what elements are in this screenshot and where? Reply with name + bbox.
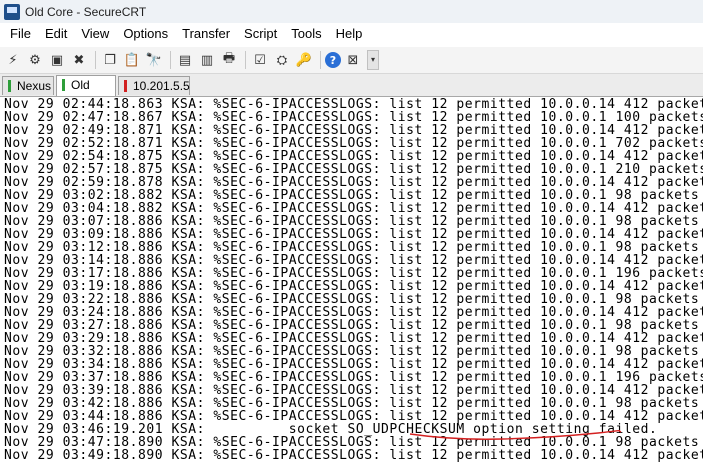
tab-10-201-5-5[interactable]: 10.201.5.5 bbox=[118, 76, 190, 95]
print-selection-icon[interactable]: ▥ bbox=[197, 50, 217, 70]
tab-status-indicator bbox=[8, 80, 11, 92]
tab-nexus[interactable]: Nexus bbox=[2, 76, 54, 95]
tab-status-indicator bbox=[62, 79, 65, 91]
menu-edit[interactable]: Edit bbox=[38, 24, 74, 44]
print-screen-icon[interactable]: 🖶 bbox=[219, 50, 239, 70]
sftp-icon[interactable]: ⛭ bbox=[272, 50, 292, 70]
tab-label: 10.201.5.5 bbox=[133, 79, 190, 93]
red-annotation-underline bbox=[409, 429, 622, 440]
toolbar-overflow-button[interactable]: ▾ bbox=[367, 50, 379, 70]
print-icon[interactable]: ▤ bbox=[175, 50, 195, 70]
menu-file[interactable]: File bbox=[0, 24, 38, 44]
securecrt-window: Old Core - SecureCRT File Edit View Opti… bbox=[0, 0, 703, 462]
terminal-line: Nov 29 03:49:18.890 KSA: %SEC-6-IPACCESS… bbox=[4, 448, 703, 462]
session-options-icon[interactable]: ☑ bbox=[250, 50, 270, 70]
terminal-output[interactable]: Nov 29 02:44:18.863 KSA: %SEC-6-IPACCESS… bbox=[0, 97, 703, 462]
toolbar-separator bbox=[95, 51, 96, 69]
window-title: Old Core - SecureCRT bbox=[25, 4, 147, 19]
tab-status-indicator bbox=[124, 80, 127, 92]
menu-help[interactable]: Help bbox=[329, 24, 370, 44]
connect-icon[interactable]: ⚡ bbox=[3, 50, 23, 70]
connect-in-tab-icon[interactable]: ▣ bbox=[47, 50, 67, 70]
menu-script[interactable]: Script bbox=[237, 24, 284, 44]
tab-label: Nexus bbox=[17, 79, 52, 93]
toolbar-separator bbox=[245, 51, 246, 69]
quick-connect-icon[interactable]: ⚙ bbox=[25, 50, 45, 70]
toolbar: ⚡ ⚙ ▣ ✖ ❐ 📋 🔭 ▤ ▥ 🖶 ☑ ⛭ 🔑 ? ⊠ ▾ bbox=[0, 47, 703, 74]
keymap-icon[interactable]: 🔑 bbox=[294, 50, 314, 70]
paste-icon[interactable]: 📋 bbox=[122, 50, 142, 70]
menu-tools[interactable]: Tools bbox=[284, 24, 328, 44]
menu-bar: File Edit View Options Transfer Script T… bbox=[0, 24, 703, 44]
title-bar[interactable]: Old Core - SecureCRT bbox=[0, 0, 703, 23]
copy-icon[interactable]: ❐ bbox=[100, 50, 120, 70]
menu-transfer[interactable]: Transfer bbox=[175, 24, 237, 44]
toolbar-separator bbox=[320, 51, 321, 69]
toolbar-separator bbox=[170, 51, 171, 69]
menu-view[interactable]: View bbox=[74, 24, 116, 44]
tab-old-core[interactable]: Old Core bbox=[56, 75, 116, 111]
securecrt-app-icon[interactable] bbox=[4, 3, 20, 20]
help-icon[interactable]: ? bbox=[325, 52, 341, 68]
find-icon[interactable]: 🔭 bbox=[144, 50, 164, 70]
close-session-icon[interactable]: ⊠ bbox=[343, 50, 363, 70]
menu-options[interactable]: Options bbox=[116, 24, 175, 44]
disconnect-icon[interactable]: ✖ bbox=[69, 50, 89, 70]
session-tabs: Nexus Old Core 10.201.5.5 bbox=[0, 74, 703, 111]
